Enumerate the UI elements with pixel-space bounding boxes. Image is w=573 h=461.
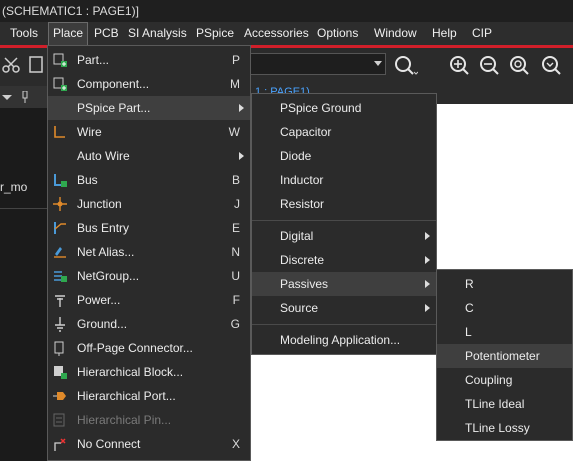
menu-item-component[interactable]: Component... M [48,72,250,96]
part-icon [53,53,67,67]
scissors-icon[interactable] [0,54,22,76]
menu-item-pspice-ground[interactable]: PSpice Ground [252,96,436,120]
menu-item-auto-wire[interactable]: Auto Wire [48,144,250,168]
netgroup-icon [54,271,67,282]
menu-item-discrete[interactable]: Discrete [252,248,436,272]
pin-icon[interactable] [20,91,30,103]
menu-pspice[interactable]: PSpice [192,22,238,45]
menu-item-power[interactable]: Power... F [48,288,250,312]
menu-place[interactable]: Place [48,22,89,45]
hierarchical-block-icon [54,366,67,379]
tree-item-label[interactable]: r_mo [0,180,27,194]
menu-item-tline-lossy[interactable]: TLine Lossy [437,416,572,440]
menu-pcb[interactable]: PCB [90,22,123,45]
menu-divider [252,220,436,221]
menu-item-capacitor[interactable]: Capacitor [252,120,436,144]
chevron-right-icon [425,280,430,288]
menu-item-part[interactable]: Part... P [48,48,250,72]
menu-item-bus[interactable]: Bus B [48,168,250,192]
menu-item-inductor[interactable]: Inductor [252,168,436,192]
menu-item-potentiometer[interactable]: Potentiometer [437,344,572,368]
menu-tools[interactable]: Tools [6,22,42,45]
chevron-right-icon [239,104,244,112]
menu-item-modeling-application[interactable]: Modeling Application... [252,328,436,352]
menu-help[interactable]: Help [428,22,461,45]
pspice-part-submenu: PSpice Ground Capacitor Diode Inductor R… [251,93,437,355]
menu-divider [252,324,436,325]
menu-item-digital[interactable]: Digital [252,224,436,248]
menu-window[interactable]: Window [370,22,421,45]
window-title-bar: (SCHEMATIC1 : PAGE1)] [0,0,573,22]
menu-item-pspice-part[interactable]: PSpice Part... [48,96,250,120]
hierarchical-port-icon [53,392,66,400]
menu-item-passives[interactable]: Passives [252,272,436,296]
net-alias-icon [54,247,66,258]
menu-item-resistor[interactable]: Resistor [252,192,436,216]
bus-icon [54,174,67,187]
divider [0,208,47,209]
menu-item-hierarchical-block[interactable]: Hierarchical Block... [48,360,250,384]
chevron-right-icon [425,304,430,312]
menu-item-off-page-connector[interactable]: Off-Page Connector... [48,336,250,360]
menu-item-net-alias[interactable]: Net Alias... N [48,240,250,264]
no-connect-icon [54,438,66,451]
menu-si-analysis[interactable]: SI Analysis [124,22,191,45]
part-selector-combo[interactable] [250,53,386,75]
component-icon [53,77,67,91]
menu-item-hierarchical-port[interactable]: Hierarchical Port... [48,384,250,408]
menu-item-ground[interactable]: Ground... G [48,312,250,336]
chevron-down-icon [374,61,382,66]
zoom-in-icon[interactable] [448,54,470,76]
panel-header [0,86,47,108]
chevron-right-icon [239,152,244,160]
chevron-right-icon [425,232,430,240]
zoom-fit-icon[interactable] [508,54,530,76]
place-menu: Part... P Component... M PSpice Part... … [47,45,251,461]
menu-item-bus-entry[interactable]: Bus Entry E [48,216,250,240]
power-icon [55,295,65,307]
project-panel [0,82,47,461]
menu-item-junction[interactable]: Junction J [48,192,250,216]
menu-item-tline-ideal[interactable]: TLine Ideal [437,392,572,416]
project-tree [0,108,47,461]
chevron-down-icon[interactable] [2,94,12,102]
ground-icon [55,317,65,332]
menu-item-coupling[interactable]: Coupling [437,368,572,392]
off-page-connector-icon [54,341,64,356]
zoom-out-icon[interactable] [478,54,500,76]
window-title: (SCHEMATIC1 : PAGE1)] [2,4,139,18]
menu-item-hierarchical-pin: Hierarchical Pin... [48,408,250,432]
menu-item-wire[interactable]: Wire W [48,120,250,144]
copy-icon[interactable] [26,54,48,76]
menu-options[interactable]: Options [313,22,362,45]
wire-icon [54,126,65,138]
hierarchical-pin-icon [53,413,65,427]
passives-submenu: R C L Potentiometer Coupling TLine Ideal… [436,269,573,441]
menu-item-no-connect[interactable]: No Connect X [48,432,250,456]
menu-item-r[interactable]: R [437,272,572,296]
menu-item-l[interactable]: L [437,320,572,344]
menu-cip[interactable]: CIP [468,22,496,45]
menu-item-c[interactable]: C [437,296,572,320]
chevron-right-icon [425,256,430,264]
junction-icon [53,197,67,211]
menu-accessories[interactable]: Accessories [240,22,313,45]
bus-entry-icon [54,222,66,234]
zoom-area-icon[interactable] [540,54,562,76]
search-icon[interactable] [392,54,418,76]
menu-item-source[interactable]: Source [252,296,436,320]
menu-item-netgroup[interactable]: NetGroup... U [48,264,250,288]
menu-item-diode[interactable]: Diode [252,144,436,168]
